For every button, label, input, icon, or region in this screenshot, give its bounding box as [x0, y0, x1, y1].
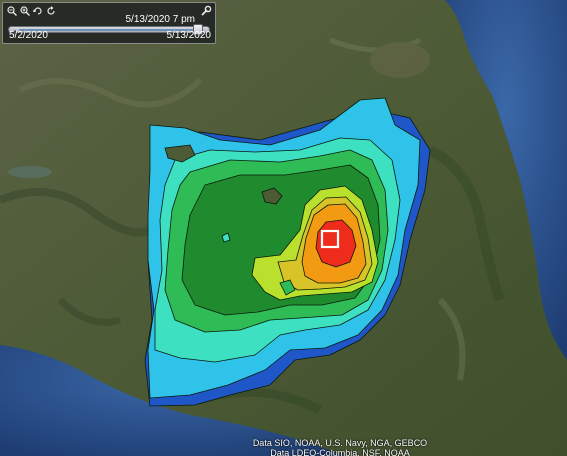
current-time-label: 5/13/2020 7 pm	[125, 14, 196, 25]
map-attribution: Data SIO, NOAA, U.S. Navy, NGA, GEBCO Da…	[0, 438, 567, 456]
attribution-line-1: Data SIO, NOAA, U.S. Navy, NGA, GEBCO	[252, 438, 428, 448]
satellite-map[interactable]	[0, 0, 567, 456]
map-viewport[interactable]: 5/13/2020 7 pm 5/2/2020 5/13/2020 Data S…	[0, 0, 567, 456]
settings-icon[interactable]	[200, 5, 212, 16]
loop-icon[interactable]	[33, 6, 43, 16]
zoom-out-icon[interactable]	[7, 6, 17, 16]
attribution-line-2: Data LDEO-Columbia, NSF, NOAA	[270, 448, 410, 456]
end-date-label: 5/13/2020	[166, 30, 212, 41]
time-slider-panel: 5/13/2020 7 pm 5/2/2020 5/13/2020	[2, 2, 216, 44]
refresh-icon[interactable]	[46, 6, 56, 16]
zoom-in-icon[interactable]	[20, 6, 30, 16]
start-date-label: 5/2/2020	[9, 30, 48, 41]
